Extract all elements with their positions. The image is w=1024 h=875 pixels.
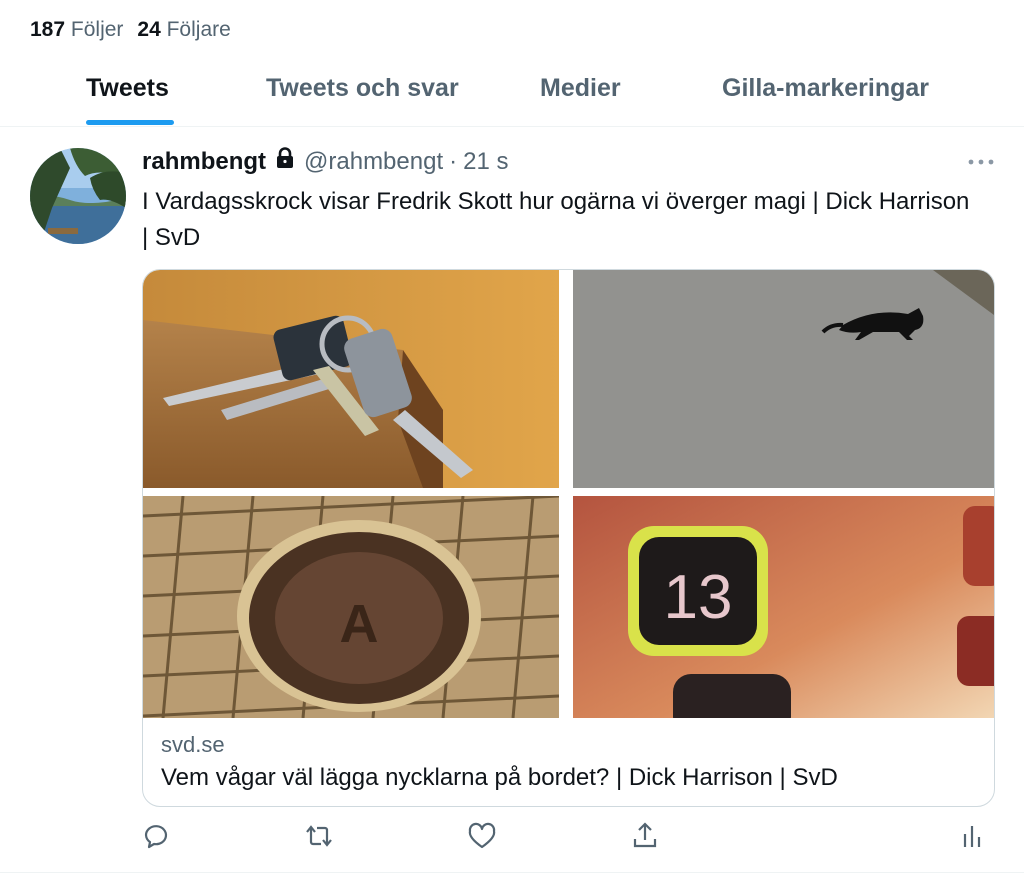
separator-dot: · [449,147,458,175]
avatar[interactable] [30,148,126,244]
profile-tabs: Tweets Tweets och svar Medier Gilla-mark… [0,64,1024,127]
link-card[interactable]: A 13 svd.se Vem vågar väl lägga nycklarn… [142,269,995,807]
tweet-divider [0,872,1024,873]
lock-icon [274,147,296,176]
active-tab-indicator [86,120,174,125]
reply-icon[interactable] [140,820,172,852]
elevator-button-13-image: 13 [573,496,994,718]
share-icon[interactable] [629,820,661,852]
user-handle[interactable]: @rahmbengt [304,148,443,176]
black-cat-crossing-road-image [573,270,994,488]
following-label: Följer [70,18,124,41]
followers-label: Följare [166,18,231,41]
tab-media[interactable]: Medier [540,74,621,103]
elevator-number: 13 [664,563,733,632]
tweet-actions [0,820,1024,854]
display-name[interactable]: rahmbengt [142,148,266,176]
followers-link[interactable]: 24 Följare [137,18,230,42]
manhole-cover-image: A [143,496,559,718]
tweet-text: I Vardagsskrock visar Fredrik Skott hur … [142,188,970,251]
card-title: Vem vågar väl lägga nycklarna på bordet?… [161,764,838,791]
like-icon[interactable] [466,820,498,852]
following-link[interactable]: 187 Följer [30,18,123,42]
analytics-icon[interactable] [956,820,988,852]
retweet-icon[interactable] [303,820,335,852]
tab-tweets[interactable]: Tweets [86,74,169,103]
profile-stats: 187 Följer 24 Följare [30,18,231,42]
followers-count: 24 [137,18,161,41]
tweet-timestamp[interactable]: 21 s [463,148,508,176]
more-options-icon[interactable] [966,150,996,174]
keys-on-table-image [143,270,559,488]
following-count: 187 [30,18,66,41]
card-domain: svd.se [161,732,225,757]
tweet-header: rahmbengt @rahmbengt · 21 s [142,147,509,176]
tab-likes[interactable]: Gilla-markeringar [722,74,929,103]
svg-text:A: A [340,594,379,654]
tab-tweets-and-replies[interactable]: Tweets och svar [266,74,459,103]
